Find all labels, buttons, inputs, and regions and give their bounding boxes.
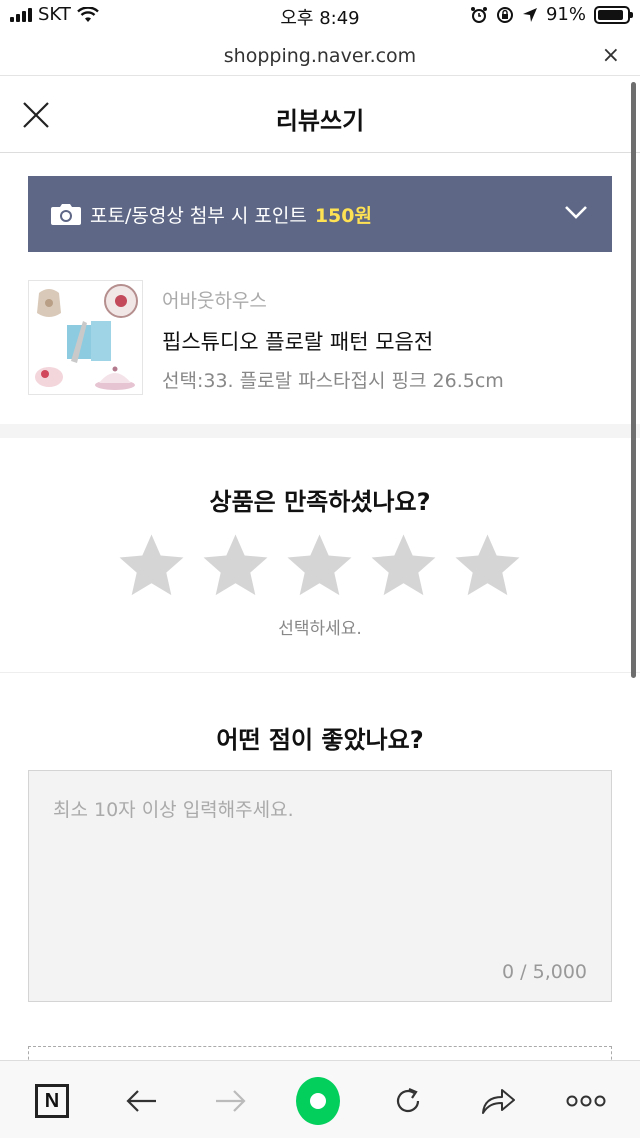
- char-counter: 0 / 5,000: [502, 961, 587, 983]
- battery-icon: [594, 5, 633, 24]
- page-title: 리뷰쓰기: [275, 107, 365, 135]
- product-option: 선택:33. 플로랄 파스타접시 핑크 26.5cm: [162, 370, 504, 392]
- star-icon-4[interactable]: [368, 530, 439, 601]
- close-browser-icon[interactable]: ×: [602, 36, 620, 76]
- page-header: 리뷰쓰기: [0, 77, 640, 153]
- product-thumbnail: [28, 280, 143, 395]
- rating-hint: 선택하세요.: [278, 619, 362, 639]
- product-image: [29, 281, 142, 394]
- back-arrow-icon[interactable]: [120, 1079, 164, 1123]
- more-icon[interactable]: [564, 1079, 608, 1123]
- banner-text: 포토/동영상 첨부 시 포인트: [90, 204, 307, 227]
- url-bar[interactable]: shopping.naver.com ×: [0, 36, 640, 76]
- star-icon-5[interactable]: [452, 530, 523, 601]
- photo-points-banner[interactable]: 포토/동영상 첨부 시 포인트 150원: [28, 176, 612, 252]
- battery-percent: 91%: [545, 4, 586, 25]
- review-box: 0 / 5,000: [28, 770, 612, 1002]
- url-text: shopping.naver.com: [223, 45, 417, 67]
- chevron-down-icon[interactable]: [564, 204, 588, 220]
- banner-points: 150원: [314, 204, 372, 227]
- refresh-icon[interactable]: [386, 1079, 430, 1123]
- rotation-lock-icon: [496, 6, 513, 23]
- product-brand: 어바웃하우스: [162, 290, 267, 312]
- star-icon-3[interactable]: [284, 530, 355, 601]
- location-icon: [522, 7, 537, 22]
- battery-fill: [598, 9, 624, 20]
- star-rating: [116, 530, 523, 601]
- browser-toolbar: N: [0, 1060, 640, 1138]
- section-divider: [0, 424, 640, 438]
- scrollbar[interactable]: [631, 82, 636, 678]
- divider-line: [0, 672, 640, 673]
- camera-icon: [51, 204, 81, 225]
- status-right: 91%: [470, 4, 633, 25]
- forward-arrow-icon[interactable]: [208, 1079, 252, 1123]
- rating-title: 상품은 만족하셨나요?: [209, 488, 431, 516]
- product-name: 핍스튜디오 플로랄 패턴 모음전: [162, 330, 434, 354]
- share-icon[interactable]: [476, 1079, 520, 1123]
- alarm-icon: [470, 6, 487, 23]
- product-info: 어바웃하우스 핍스튜디오 플로랄 패턴 모음전 선택:33. 플로랄 파스타접시…: [28, 280, 612, 396]
- green-dot-icon[interactable]: [296, 1077, 340, 1125]
- star-icon-1[interactable]: [116, 530, 187, 601]
- naver-logo: N: [35, 1084, 69, 1118]
- naver-home-icon[interactable]: N: [30, 1079, 74, 1123]
- star-icon-2[interactable]: [200, 530, 271, 601]
- review-title: 어떤 점이 좋았나요?: [216, 726, 424, 754]
- status-bar: SKT 오후 8:49 91%: [0, 0, 640, 32]
